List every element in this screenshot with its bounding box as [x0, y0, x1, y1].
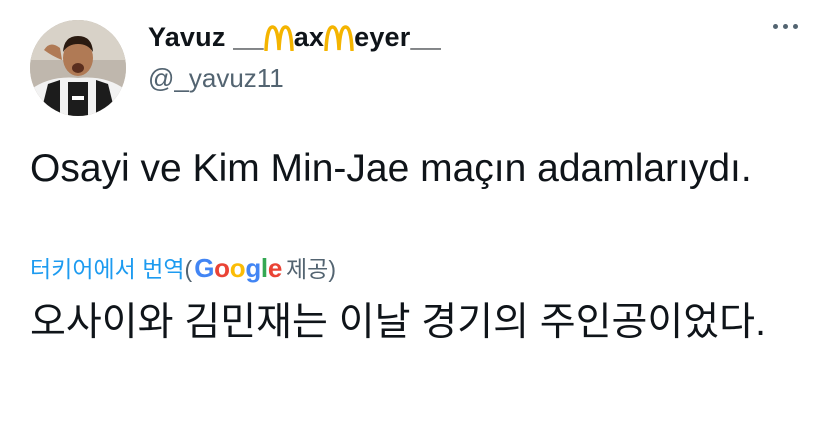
- provided-by-label: 제공): [286, 256, 336, 282]
- google-logo: Google: [194, 253, 283, 283]
- author-name-part-1: Yavuz __: [148, 22, 264, 52]
- open-paren: (: [184, 256, 193, 282]
- avatar[interactable]: [30, 20, 126, 116]
- mcdonalds-arch-icon: [324, 24, 354, 51]
- author-name[interactable]: Yavuz __ ax eyer__: [148, 22, 441, 53]
- mcdonalds-arch-icon: [263, 24, 294, 51]
- more-options-icon[interactable]: [773, 24, 798, 29]
- author-handle[interactable]: @_yavuz11: [148, 63, 284, 94]
- author-name-part-2: ax: [293, 22, 325, 52]
- author-name-part-3: eyer__: [354, 22, 441, 52]
- translate-link[interactable]: 터키어에서 번역: [30, 250, 185, 284]
- translated-text: 오사이와 김민재는 이날 경기의 주인공이었다.: [30, 301, 766, 344]
- tweet-text: Osayi ve Kim Min-Jae maçın adamlarıydı.: [30, 147, 752, 190]
- translation-attribution: 터키어에서 번역 ( Google 제공): [30, 250, 336, 284]
